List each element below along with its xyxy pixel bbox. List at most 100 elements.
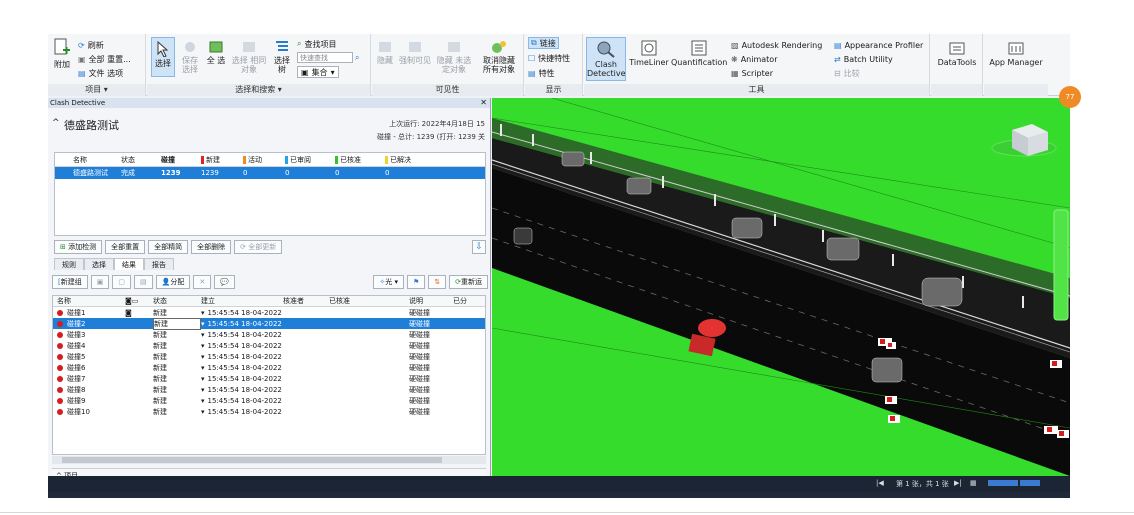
col-reviewed[interactable]: 已审阅 bbox=[285, 155, 335, 165]
append-button[interactable]: 附加 bbox=[51, 38, 73, 69]
scripter-button[interactable]: ▦ Scripter bbox=[731, 67, 773, 79]
add-test-button[interactable]: ⊞ 添加检测 bbox=[54, 240, 103, 254]
rerun-button[interactable]: ⟳重新运 bbox=[449, 275, 488, 289]
table-row[interactable]: 碰撞9 新建 ▾ 15:45:54 18-04-2022 硬碰撞 bbox=[53, 395, 485, 406]
clash-highlight-object[interactable] bbox=[698, 319, 726, 337]
3d-viewport[interactable] bbox=[492, 98, 1070, 476]
chevron-down-icon[interactable]: ▾ bbox=[201, 397, 205, 405]
new-group-button[interactable]: [新建组 bbox=[52, 275, 88, 289]
quantification-button[interactable]: Quantification bbox=[671, 40, 727, 67]
sets-dropdown[interactable]: ▣ 集合 ▾ bbox=[297, 66, 339, 78]
chevron-down-icon[interactable]: ▾ bbox=[201, 320, 205, 328]
col-result-approved[interactable]: 已核准 bbox=[329, 296, 409, 306]
page-nav-last-icon[interactable]: ▶| bbox=[954, 479, 962, 487]
col-result-status[interactable]: 状态 bbox=[153, 296, 201, 306]
status-dropdown[interactable]: 新建 bbox=[153, 330, 201, 340]
status-dropdown[interactable]: 新建 bbox=[153, 317, 201, 330]
batch-utility-button[interactable]: ⇄ Batch Utility bbox=[834, 53, 893, 65]
col-result-name[interactable]: 名称 bbox=[53, 296, 125, 306]
chevron-down-icon[interactable]: ▾ bbox=[201, 309, 205, 317]
chevron-down-icon[interactable]: ▾ bbox=[201, 375, 205, 383]
navigation-bar[interactable] bbox=[1053, 209, 1069, 321]
chevron-down-icon[interactable]: ▾ bbox=[201, 331, 205, 339]
col-result-approver[interactable]: 核准者 bbox=[283, 296, 329, 306]
sort-icon-button[interactable]: ⇅ bbox=[428, 275, 447, 289]
chevron-down-icon[interactable]: ▾ bbox=[201, 342, 205, 350]
col-active[interactable]: 活动 bbox=[243, 155, 285, 165]
hide-unselected-button[interactable]: 隐藏 未选定对象 bbox=[434, 40, 474, 74]
unassign-button[interactable]: ✕ bbox=[193, 275, 212, 289]
col-new[interactable]: 新建 bbox=[201, 155, 243, 165]
col-result-found[interactable]: 建立 bbox=[201, 296, 283, 306]
panel-title-bar[interactable]: Clash Detective ✕ bbox=[48, 98, 490, 108]
col-clashes[interactable]: 碰撞 bbox=[161, 155, 201, 165]
table-row[interactable]: 碰撞2 新建 ▾ 15:45:54 18-04-2022 硬碰撞 bbox=[53, 317, 485, 330]
quick-find-search-icon[interactable]: ⌕ bbox=[355, 52, 359, 64]
table-row[interactable]: 碰撞5 新建 ▾ 15:45:54 18-04-2022 硬碰撞 bbox=[53, 351, 485, 362]
ungroup-icon-button[interactable]: ▢ bbox=[112, 275, 131, 289]
scroll-thumb[interactable] bbox=[62, 457, 442, 463]
links-button[interactable]: ⧉ 链接 bbox=[528, 37, 559, 49]
status-dropdown[interactable]: 新建 bbox=[153, 341, 201, 351]
quick-find-input[interactable]: 快速查找 bbox=[297, 52, 353, 63]
page-nav-first-icon[interactable]: |◀ bbox=[876, 479, 884, 487]
status-dropdown[interactable]: 新建 bbox=[153, 385, 201, 395]
horizontal-scrollbar[interactable] bbox=[52, 456, 486, 464]
table-row[interactable]: 碰撞4 新建 ▾ 15:45:54 18-04-2022 硬碰撞 bbox=[53, 340, 485, 351]
select-tree-button[interactable]: 选择 树 bbox=[271, 40, 293, 74]
col-approved[interactable]: 已核准 bbox=[335, 155, 385, 165]
col-result-assigned[interactable]: 已分 bbox=[453, 296, 483, 306]
tab-results[interactable]: 结果 bbox=[114, 258, 144, 270]
save-selection-button[interactable]: 保存 选择 bbox=[179, 40, 201, 74]
timeliner-button[interactable]: TimeLiner bbox=[628, 40, 670, 67]
table-row[interactable]: 碰撞1 ◙ 新建 ▾ 15:45:54 18-04-2022 硬碰撞 bbox=[53, 307, 485, 318]
tab-rules[interactable]: 规则 bbox=[54, 258, 84, 270]
update-all-button[interactable]: ⟳ 全部更新 bbox=[234, 240, 283, 254]
reset-all-tests-button[interactable]: 全部重置 bbox=[105, 240, 146, 254]
status-dropdown[interactable]: 新建 bbox=[153, 407, 201, 417]
require-button[interactable]: 强制可见 bbox=[398, 40, 432, 65]
compare-button[interactable]: ⊟ 比较 bbox=[834, 67, 860, 79]
find-items-button[interactable]: ⌕ 查找项目 bbox=[297, 38, 336, 50]
app-manager-button[interactable]: App Manager bbox=[986, 40, 1046, 67]
select-all-button[interactable]: 全 选 bbox=[205, 40, 227, 65]
group-icon-button[interactable]: ▣ bbox=[90, 275, 110, 289]
sheet-browser-icon[interactable]: ▦ bbox=[970, 479, 977, 487]
clash-detective-button[interactable]: Clash Detective bbox=[586, 37, 626, 81]
chevron-down-icon[interactable]: ▾ bbox=[201, 408, 205, 416]
collapse-chevron-icon[interactable]: ^ bbox=[52, 118, 60, 128]
status-dropdown[interactable]: 新建 bbox=[153, 374, 201, 384]
chevron-down-icon[interactable]: ▾ bbox=[201, 364, 205, 372]
project-group-label[interactable]: 项目 ▾ bbox=[48, 84, 145, 96]
refresh-button[interactable]: ⟳ 刷新 bbox=[78, 39, 104, 51]
explode-group-button[interactable]: ▤ bbox=[133, 275, 153, 289]
table-row[interactable]: 碰撞7 新建 ▾ 15:45:54 18-04-2022 硬碰撞 bbox=[53, 373, 485, 384]
status-dropdown[interactable]: 新建 bbox=[153, 308, 201, 318]
select-same-button[interactable]: 选择 相同对象 bbox=[231, 40, 267, 74]
compact-all-button[interactable]: 全部精简 bbox=[148, 240, 189, 254]
file-options-button[interactable]: ▤ 文件 选项 bbox=[78, 67, 123, 79]
assign-button[interactable]: 👤分配 bbox=[155, 275, 191, 289]
table-row[interactable]: 碰撞3 新建 ▾ 15:45:54 18-04-2022 硬碰撞 bbox=[53, 329, 485, 340]
mark-icon-button[interactable]: ⚑ bbox=[406, 275, 426, 289]
notification-badge[interactable]: 77 bbox=[1059, 86, 1081, 108]
table-row[interactable]: 碰撞6 新建 ▾ 15:45:54 18-04-2022 硬碰撞 bbox=[53, 362, 485, 373]
col-status[interactable]: 状态 bbox=[121, 155, 161, 165]
animator-button[interactable]: ❋ Animator bbox=[731, 53, 777, 65]
chevron-down-icon[interactable]: ▾ bbox=[201, 353, 205, 361]
col-result-description[interactable]: 说明 bbox=[409, 296, 453, 306]
delete-all-button[interactable]: 全部删除 bbox=[191, 240, 232, 254]
properties-button[interactable]: ▤ 特性 bbox=[528, 67, 555, 79]
reset-all-button[interactable]: ▣ 全部 重置... bbox=[78, 53, 131, 65]
highlight-dropdown[interactable]: ✧光 ▾ bbox=[373, 275, 404, 289]
col-icons[interactable]: ◙▭ bbox=[125, 297, 153, 305]
status-dropdown[interactable]: 新建 bbox=[153, 396, 201, 406]
status-dropdown[interactable]: 新建 bbox=[153, 363, 201, 373]
close-icon[interactable]: ✕ bbox=[480, 98, 487, 108]
unhide-all-button[interactable]: 取消隐藏 所有对象 bbox=[478, 40, 520, 74]
status-dropdown[interactable]: 新建 bbox=[153, 352, 201, 362]
tab-report[interactable]: 报告 bbox=[144, 258, 174, 270]
autodesk-rendering-button[interactable]: ▨ Autodesk Rendering bbox=[731, 39, 822, 51]
tab-select[interactable]: 选择 bbox=[84, 258, 114, 270]
col-name[interactable]: 名称 bbox=[73, 155, 121, 165]
